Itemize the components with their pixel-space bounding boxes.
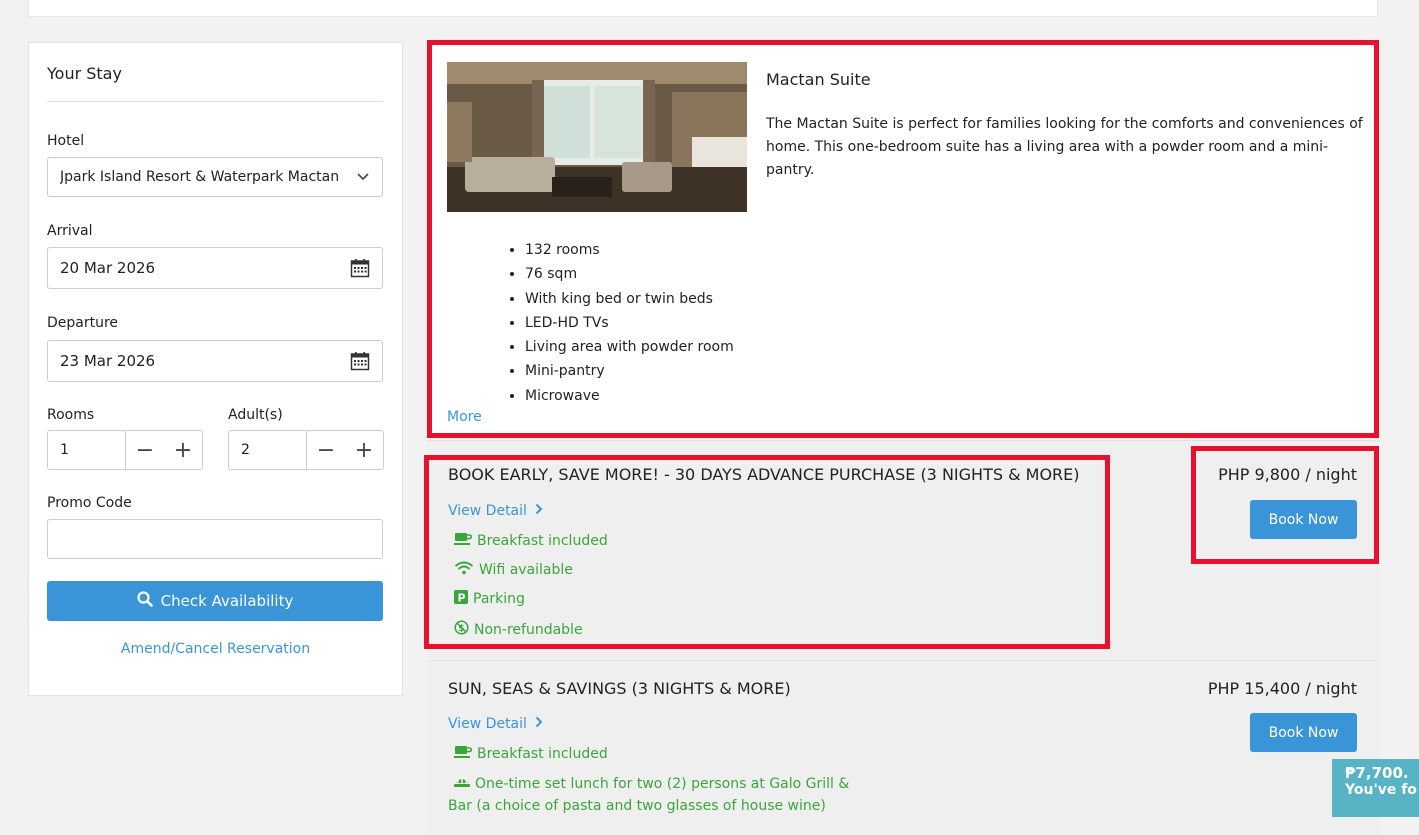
coffee-cup-icon	[454, 745, 473, 763]
hotel-label: Hotel	[47, 133, 85, 149]
promo-code-input[interactable]	[47, 519, 383, 559]
list-item: Microwave	[525, 384, 734, 408]
rate-plan-row: SUN, SEAS & SAVINGS (3 NIGHTS & MORE) PH…	[427, 660, 1379, 835]
list-item: Living area with powder room	[525, 335, 734, 359]
departure-label: Departure	[47, 315, 119, 331]
hotel-select-value: Jpark Island Resort & Waterpark Mactan	[60, 169, 340, 185]
list-item: With king bed or twin beds	[525, 287, 734, 311]
divider	[47, 101, 383, 102]
search-icon	[137, 591, 153, 611]
feature-non-refundable: $ Non-refundable	[454, 620, 583, 639]
panel-title: Your Stay	[47, 64, 122, 83]
rate-title: SUN, SEAS & SAVINGS (3 NIGHTS & MORE)	[448, 679, 791, 698]
calendar-icon[interactable]	[350, 258, 370, 278]
rooms-value[interactable]: 1	[48, 431, 126, 469]
book-now-button[interactable]: Book Now	[1250, 713, 1357, 752]
view-detail-link[interactable]: View Detail	[448, 503, 543, 519]
rate-price: PHP 15,400 / night	[1207, 679, 1357, 698]
rooms-stepper: 1 − +	[47, 430, 203, 470]
view-detail-label: View Detail	[448, 503, 527, 519]
adults-label: Adult(s)	[228, 407, 283, 423]
toast-amount: ₱7,700.	[1345, 764, 1409, 782]
room-photo[interactable]	[447, 62, 747, 212]
room-card: Mactan Suite The Mactan Suite is perfect…	[427, 40, 1379, 438]
hotel-select[interactable]: Jpark Island Resort & Waterpark Mactan	[47, 157, 383, 197]
view-detail-link[interactable]: View Detail	[448, 716, 543, 732]
toast-message: You've fo	[1345, 782, 1417, 798]
adults-stepper: 2 − +	[228, 430, 384, 470]
calendar-icon[interactable]	[350, 351, 370, 371]
room-description: The Mactan Suite is perfect for families…	[766, 116, 1363, 178]
feature-breakfast: Breakfast included	[454, 745, 608, 763]
feature-wifi: Wifi available	[454, 561, 573, 579]
arrival-date-input[interactable]: 20 Mar 2026	[47, 247, 383, 289]
feature-breakfast: Breakfast included	[454, 532, 608, 550]
feature-set-lunch-continued: Bar (a choice of pasta and two glasses o…	[448, 798, 826, 814]
chevron-right-icon	[535, 716, 543, 732]
adults-decrement-button[interactable]: −	[307, 431, 345, 469]
room-name: Mactan Suite	[766, 70, 871, 89]
your-stay-panel: Your Stay Hotel Jpark Island Resort & Wa…	[28, 42, 403, 696]
coffee-cup-icon	[454, 532, 473, 550]
parking-icon: P	[454, 590, 468, 608]
rooms-label: Rooms	[47, 407, 95, 423]
amenities-list: 132 rooms 76 sqm With king bed or twin b…	[482, 238, 734, 408]
departure-date-value: 23 Mar 2026	[60, 352, 156, 370]
arrival-label: Arrival	[47, 223, 93, 239]
chevron-down-icon	[356, 170, 370, 184]
rooms-decrement-button[interactable]: −	[126, 431, 164, 469]
check-availability-label: Check Availability	[160, 592, 294, 610]
view-detail-label: View Detail	[448, 716, 527, 732]
savings-toast[interactable]: ₱7,700. You've fo	[1332, 759, 1419, 817]
top-panel	[28, 0, 1378, 17]
more-link[interactable]: More	[447, 409, 482, 425]
list-item: 76 sqm	[525, 262, 734, 286]
rate-title: BOOK EARLY, SAVE MORE! - 30 DAYS ADVANCE…	[448, 465, 1080, 484]
list-item: 132 rooms	[525, 238, 734, 262]
adults-increment-button[interactable]: +	[345, 431, 383, 469]
amend-cancel-reservation-link[interactable]: Amend/Cancel Reservation	[29, 641, 402, 657]
list-item: LED-HD TVs	[525, 311, 734, 335]
list-item: Mini-pantry	[525, 359, 734, 383]
promo-code-label: Promo Code	[47, 495, 132, 511]
book-now-button[interactable]: Book Now	[1250, 500, 1357, 539]
departure-date-input[interactable]: 23 Mar 2026	[47, 340, 383, 382]
rate-price: PHP 9,800 / night	[1218, 465, 1357, 484]
adults-value[interactable]: 2	[229, 431, 307, 469]
chevron-right-icon	[535, 503, 543, 519]
meal-icon	[454, 775, 470, 793]
feature-set-lunch: One-time set lunch for two (2) persons a…	[454, 775, 849, 793]
non-refundable-icon: $	[454, 620, 469, 639]
rooms-increment-button[interactable]: +	[164, 431, 202, 469]
check-availability-button[interactable]: Check Availability	[47, 581, 383, 621]
feature-parking: P Parking	[454, 590, 525, 608]
rate-plan-row: BOOK EARLY, SAVE MORE! - 30 DAYS ADVANCE…	[427, 440, 1379, 658]
wifi-icon	[454, 561, 474, 579]
arrival-date-value: 20 Mar 2026	[60, 259, 156, 277]
svg-text:P: P	[458, 592, 466, 605]
